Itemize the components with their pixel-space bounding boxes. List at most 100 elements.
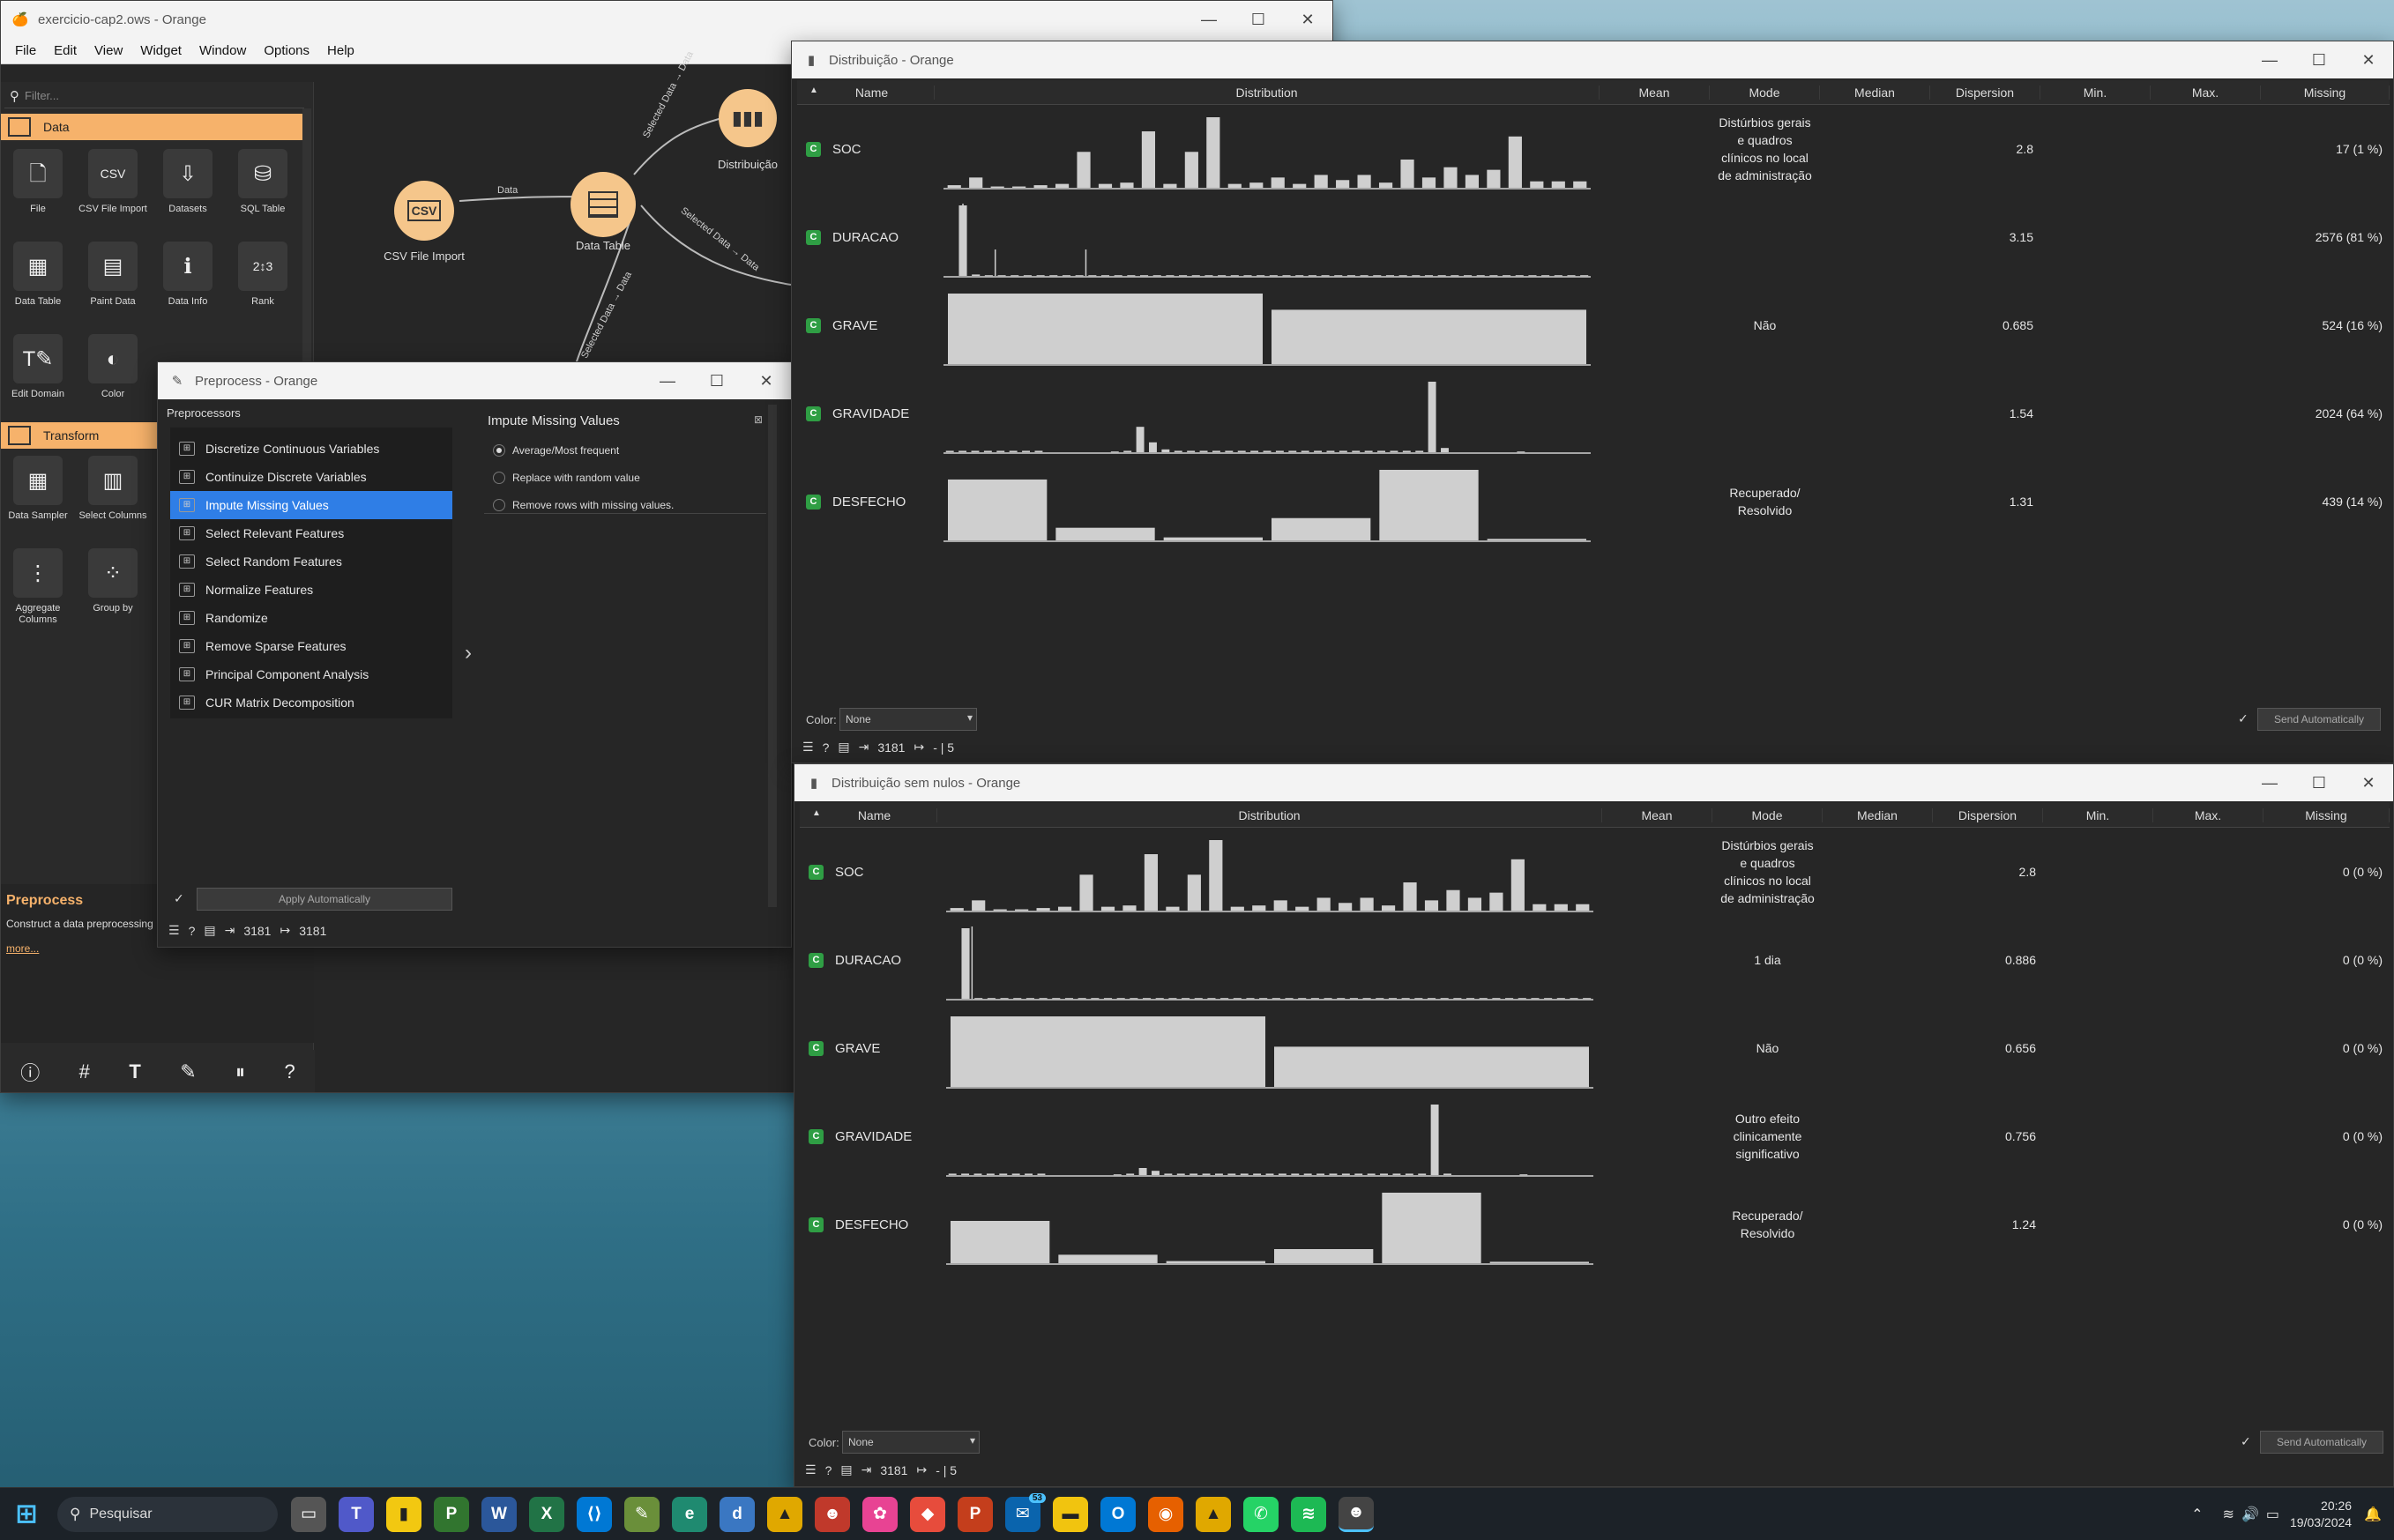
node-distribuicao[interactable]: ▮▮▮: [719, 89, 777, 147]
column-header[interactable]: Min.: [2043, 808, 2153, 822]
whatsapp-icon[interactable]: ✆: [1243, 1496, 1279, 1532]
dist2-color-select[interactable]: None ▾: [842, 1431, 980, 1454]
dist1-report-icon[interactable]: ▤: [838, 740, 849, 755]
column-header[interactable]: Median: [1820, 86, 1930, 100]
explorer-icon[interactable]: ▬: [1053, 1496, 1088, 1532]
filter-box[interactable]: ⚲ Filter...: [4, 84, 304, 108]
close-icon[interactable]: ✕: [1283, 1, 1332, 38]
text-tool-icon[interactable]: T: [129, 1060, 140, 1083]
firefox-icon[interactable]: ◉: [1148, 1496, 1183, 1532]
windows-start-icon[interactable]: ⊞: [9, 1497, 44, 1532]
dist2-send-check-icon[interactable]: ✓: [2241, 1434, 2251, 1449]
report-icon[interactable]: ▤: [204, 923, 215, 938]
table-row[interactable]: C GRAVIDADE 1.54 2024 (64 %): [797, 371, 2390, 459]
notepad-icon[interactable]: ✎: [624, 1496, 660, 1532]
drive-icon[interactable]: ▲: [767, 1496, 802, 1532]
wifi-icon[interactable]: ≋: [2223, 1506, 2234, 1523]
preprocessor-item[interactable]: ⊞ Remove Sparse Features: [170, 632, 452, 660]
dist2-question-icon[interactable]: ?: [825, 1463, 832, 1477]
column-header[interactable]: Name: [809, 86, 935, 100]
widget-paint-data[interactable]: ▤ Paint Data: [76, 242, 150, 308]
column-header[interactable]: Distribution: [937, 808, 1602, 822]
column-header[interactable]: Name: [812, 808, 937, 822]
preprocessor-item[interactable]: ⊞ Continuize Discrete Variables: [170, 463, 452, 491]
table-row[interactable]: C GRAVE Não 0.685 524 (16 %): [797, 283, 2390, 371]
column-header[interactable]: Mean: [1600, 86, 1710, 100]
help-circle-icon[interactable]: ?: [284, 1060, 295, 1083]
menu-edit[interactable]: Edit: [45, 43, 86, 58]
task-view-icon[interactable]: ▭: [291, 1496, 326, 1532]
menu-view[interactable]: View: [86, 43, 131, 58]
dist1-question-icon[interactable]: ?: [823, 740, 830, 755]
dist2-minimize-icon[interactable]: —: [2245, 764, 2294, 801]
column-header[interactable]: Min.: [2040, 86, 2151, 100]
preprocess-titlebar[interactable]: ✎ Preprocess - Orange — ☐ ✕: [158, 362, 791, 399]
minimize-icon[interactable]: —: [1184, 1, 1234, 38]
column-header[interactable]: Median: [1823, 808, 1933, 822]
preprocessor-item[interactable]: ⊞ Normalize Features: [170, 576, 452, 604]
dist1-close-icon[interactable]: ✕: [2344, 41, 2393, 78]
powerbi-icon[interactable]: ▮: [386, 1496, 421, 1532]
table-row[interactable]: C DURACAO 3.15 2576 (81 %): [797, 195, 2390, 283]
orange-app-icon[interactable]: ☻: [1339, 1496, 1374, 1532]
table-row[interactable]: C DESFECHO Recuperado/ Resolvido 1.24 0 (0 %…: [800, 1182, 2390, 1270]
clock[interactable]: 20:26 19/03/2024: [2290, 1498, 2352, 1531]
widget-color[interactable]: ◐ Color: [76, 334, 150, 400]
widget-data-sampler[interactable]: ▦ Data Sampler: [1, 456, 75, 522]
pause-icon[interactable]: ⏸: [235, 1060, 245, 1083]
orange-alt-icon[interactable]: ☻: [815, 1496, 850, 1532]
taskbar-search[interactable]: ⚲ Pesquisar: [57, 1496, 278, 1532]
dist2-maximize-icon[interactable]: ☐: [2294, 764, 2344, 801]
table-row[interactable]: C GRAVE Não 0.656 0 (0 %): [800, 1006, 2390, 1094]
apply-check-icon[interactable]: ✓: [174, 891, 184, 906]
preprocessor-item[interactable]: ⊞ CUR Matrix Decomposition: [170, 688, 452, 717]
column-header[interactable]: Missing: [2261, 86, 2390, 100]
notification-bell-icon[interactable]: 🔔: [2364, 1506, 2382, 1523]
preprocess-maximize-icon[interactable]: ☐: [692, 362, 742, 399]
dist1-menu-icon[interactable]: ☰: [802, 740, 814, 755]
photos-icon[interactable]: ✿: [862, 1496, 898, 1532]
widget-edit-domain[interactable]: T✎ Edit Domain: [1, 334, 75, 400]
menu-window[interactable]: Window: [190, 43, 255, 58]
battery-icon[interactable]: ▭: [2266, 1506, 2279, 1523]
widget-file[interactable]: 🗋 File: [1, 149, 75, 215]
apply-automatically-button[interactable]: Apply Automatically: [197, 888, 452, 911]
table-row[interactable]: C SOC Distúrbios gerais e quadros clínicos…: [797, 107, 2390, 195]
column-header[interactable]: Mode: [1710, 86, 1820, 100]
widget-select-columns[interactable]: ▥ Select Columns: [76, 456, 150, 522]
vscode-icon[interactable]: ⟨⟩: [577, 1496, 612, 1532]
menu-lines-icon[interactable]: ☰: [168, 923, 180, 938]
preprocessor-item[interactable]: ⊞ Randomize: [170, 604, 452, 632]
column-header[interactable]: Dispersion: [1933, 808, 2043, 822]
excel-icon[interactable]: X: [529, 1496, 564, 1532]
column-header[interactable]: Max.: [2153, 808, 2263, 822]
dist1-minimize-icon[interactable]: —: [2245, 41, 2294, 78]
table-row[interactable]: C DESFECHO Recuperado/ Resolvido 1.31 439 (1…: [797, 459, 2390, 547]
table-row[interactable]: C GRAVIDADE Outro efeito clinicamente sign…: [800, 1094, 2390, 1182]
teams-icon[interactable]: T: [339, 1496, 374, 1532]
maximize-icon[interactable]: ☐: [1234, 1, 1283, 38]
help-more-link[interactable]: more...: [6, 942, 39, 955]
menu-file[interactable]: File: [6, 43, 45, 58]
grid-icon[interactable]: #: [79, 1060, 90, 1083]
dist1-color-select[interactable]: None ▾: [839, 708, 977, 731]
question-icon[interactable]: ?: [189, 924, 196, 938]
preprocessor-item[interactable]: ⊞ Select Relevant Features: [170, 519, 452, 547]
main-titlebar[interactable]: 🍊 exercicio-cap2.ows - Orange — ☐ ✕: [1, 1, 1332, 38]
menu-options[interactable]: Options: [255, 43, 318, 58]
table-row[interactable]: C SOC Distúrbios gerais e quadros clínicos…: [800, 830, 2390, 918]
word-icon[interactable]: W: [481, 1496, 517, 1532]
dist2-titlebar[interactable]: ▮ Distribuição sem nulos - Orange — ☐ ✕: [794, 764, 2393, 801]
preprocess-minimize-icon[interactable]: —: [643, 362, 692, 399]
mail-icon[interactable]: ✉ 53: [1005, 1492, 1046, 1532]
widget-aggregate-columns[interactable]: ⋮ Aggregate Columns: [1, 548, 75, 626]
preprocessor-item[interactable]: ⊞ Discretize Continuous Variables: [170, 435, 452, 463]
column-header[interactable]: Mode: [1712, 808, 1823, 822]
edge-icon[interactable]: e: [672, 1496, 707, 1532]
info-icon[interactable]: ⓘ: [20, 1058, 40, 1086]
node-data-table[interactable]: [571, 172, 636, 237]
tray-chevron-icon[interactable]: ⌃: [2191, 1506, 2203, 1523]
column-header[interactable]: Dispersion: [1930, 86, 2040, 100]
widget-sql-table[interactable]: ⛁ SQL Table: [226, 149, 300, 215]
category-data[interactable]: Data: [1, 114, 310, 140]
